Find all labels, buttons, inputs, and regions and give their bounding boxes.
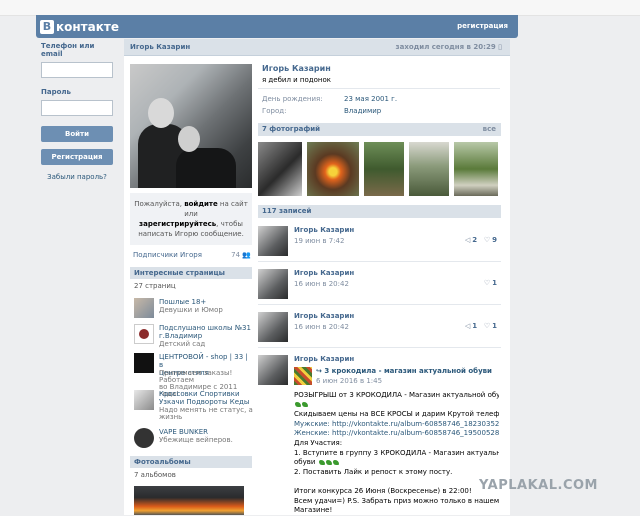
post-author[interactable]: Игорь Казарин [294, 226, 354, 234]
crocodile-emoji-icon [332, 459, 339, 465]
watermark: YAPLAKAL.COM [479, 478, 598, 493]
post-date[interactable]: 16 июн в 20:42 [294, 280, 349, 288]
online-status: заходил сегодня в 20:29 ▯ [395, 43, 502, 51]
photo-thumb[interactable] [409, 142, 449, 196]
login-panel: Телефон или email Пароль Войти Регистрац… [41, 42, 116, 181]
birthday-label: День рождения: [262, 95, 323, 103]
profile-name: Игорь Казарин [262, 64, 331, 73]
page-avatar-icon [134, 390, 154, 410]
like-icon[interactable]: ♡ [484, 236, 490, 244]
people-icon: 👥 [242, 251, 251, 259]
profile-header-bar: Игорь Казарин заходил сегодня в 20:29 ▯ [124, 39, 510, 56]
crocodile-emoji-icon [295, 402, 301, 408]
login-prompt: Пожалуйста, войдите на сайт или зарегист… [130, 193, 252, 245]
post-date[interactable]: 16 июн в 20:42 [294, 323, 349, 331]
browser-top-strip [0, 0, 640, 16]
phone-email-input[interactable] [41, 62, 113, 78]
password-input[interactable] [41, 100, 113, 116]
post-actions: ◁ 2 ♡ 9 [464, 236, 497, 244]
albums-count: 7 альбомов [134, 471, 176, 479]
post-author[interactable]: Игорь Казарин [294, 355, 354, 363]
pages-section-title[interactable]: Интересные страницы [130, 267, 252, 279]
profile-photo[interactable] [130, 64, 252, 188]
group-avatar[interactable] [294, 367, 312, 385]
page-item[interactable]: ЦЕНТРОВОЙ - shop | 33 | в центре стиля Пр… [134, 353, 252, 398]
post-author[interactable]: Игорь Казарин [294, 269, 354, 277]
register-button[interactable]: Регистрация [41, 149, 113, 165]
page-item[interactable]: Подслушано школы №31 г.Владимир Детский с… [134, 324, 252, 352]
mens-album-link[interactable]: Мужские: http://vkontakte.ru/album-60858… [294, 420, 499, 430]
profile-status: я дебил и подонок [262, 76, 331, 84]
password-label: Пароль [41, 88, 71, 96]
photos-all-link[interactable]: все [483, 123, 496, 136]
page-avatar-icon [134, 428, 154, 448]
profile-main: Игорь Казарин заходил сегодня в 20:29 ▯ … [124, 39, 510, 515]
page-avatar-icon [134, 324, 154, 344]
crocodile-emoji-icon [325, 459, 332, 465]
like-icon[interactable]: ♡ [484, 279, 490, 287]
wall-section-title[interactable]: 117 записей [258, 205, 501, 218]
vk-logo-mark: В [40, 19, 54, 34]
photos-section-title[interactable]: 7 фотографий все [258, 123, 501, 136]
login-button[interactable]: Войти [41, 126, 113, 142]
mobile-icon: ▯ [498, 43, 502, 51]
repost-icon[interactable]: ◁ [465, 236, 470, 244]
login-prompt-link[interactable]: войдите [184, 200, 218, 208]
post-avatar[interactable] [258, 226, 288, 256]
page-avatar-icon [134, 298, 154, 318]
post-avatar[interactable] [258, 269, 288, 299]
photo-thumb[interactable] [307, 142, 359, 196]
repost-icon[interactable]: ◁ [465, 322, 470, 330]
crocodile-emoji-icon [318, 459, 325, 465]
post-author[interactable]: Игорь Казарин [294, 312, 354, 320]
repost-arrow-icon: ↪ [316, 367, 322, 375]
albums-section-title[interactable]: Фотоальбомы [130, 456, 252, 468]
page-item[interactable]: Пошлые 18+ Девушки и Юмор [134, 298, 252, 326]
page-item[interactable]: VAPE BUNKER Убежище вейперов. [134, 428, 252, 456]
post-avatar[interactable] [258, 312, 288, 342]
album-cover[interactable] [134, 486, 244, 515]
phone-label: Телефон или email [41, 42, 95, 58]
photo-thumb[interactable] [364, 142, 404, 196]
page-avatar-icon [134, 353, 154, 373]
post-actions: ◁ 1 ♡ 1 [464, 322, 497, 330]
vk-logo[interactable]: В контакте [40, 19, 119, 34]
vk-logo-text: контакте [56, 19, 119, 34]
register-prompt-link[interactable]: зарегистрируйтесь [139, 220, 216, 228]
crocodile-emoji-icon [302, 402, 308, 408]
photos-strip [258, 142, 501, 196]
city-value[interactable]: Владимир [344, 107, 381, 115]
forgot-password-link[interactable]: Забыли пароль? [41, 173, 113, 181]
city-label: Город: [262, 107, 287, 115]
womens-album-link[interactable]: Женские: http://vkontakte.ru/album-60858… [294, 429, 499, 439]
photo-thumb[interactable] [454, 142, 498, 196]
photo-thumb[interactable] [258, 142, 302, 196]
post-avatar[interactable] [258, 355, 288, 385]
page-item[interactable]: Кроссовки Спортивки Узкачи Подвороты Кеды… [134, 390, 253, 421]
pages-count: 27 страниц [134, 282, 176, 290]
post-actions: ♡ 1 [483, 279, 497, 287]
repost-date[interactable]: 6 июн 2016 в 1:45 [316, 377, 382, 385]
repost-group-link[interactable]: ↪ 3 крокодила - магазин актуальной обуви [316, 367, 492, 375]
post-text: РОЗЫГРЫШ от 3 КРОКОДИЛА - Магазин актуал… [294, 391, 499, 516]
like-icon[interactable]: ♡ [484, 322, 490, 330]
profile-header-name: Игорь Казарин [130, 43, 191, 51]
site-header: В контакте регистрация [36, 15, 518, 38]
header-register-link[interactable]: регистрация [457, 22, 508, 30]
subscribers-link[interactable]: Подписчики Игоря 74 👥 [133, 251, 251, 259]
birthday-value[interactable]: 23 мая 2001 г. [344, 95, 397, 103]
post-date[interactable]: 19 июн в 7:42 [294, 237, 344, 245]
